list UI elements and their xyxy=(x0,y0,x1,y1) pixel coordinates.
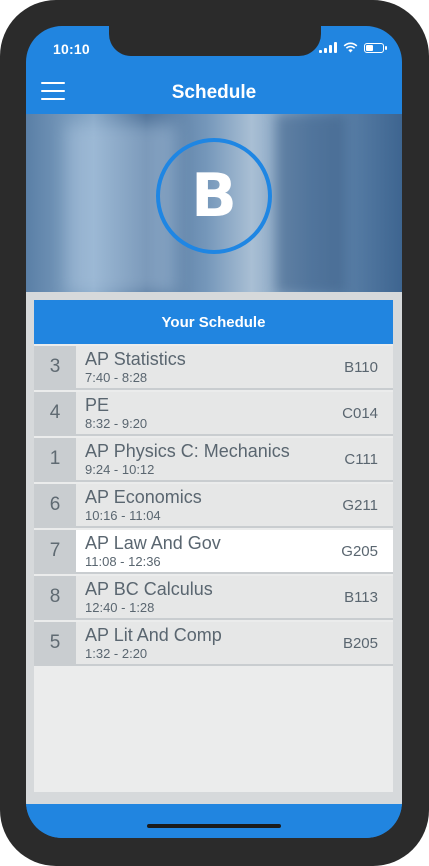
battery-icon xyxy=(364,42,387,53)
bottom-bar xyxy=(26,804,402,838)
period-number: 5 xyxy=(34,622,76,664)
schedule-row[interactable]: 4 PE 8:32 - 9:20 C014 xyxy=(34,392,393,436)
status-icons xyxy=(319,42,387,53)
home-indicator[interactable] xyxy=(147,824,281,828)
hero-banner: B xyxy=(26,114,402,292)
phone-frame: 10:10 Schedule B Your Schedule 3 AP Stat… xyxy=(0,0,429,866)
schedule-row[interactable]: 5 AP Lit And Comp 1:32 - 2:20 B205 xyxy=(34,622,393,666)
course-time: 1:32 - 2:20 xyxy=(85,646,148,661)
app-screen: 10:10 Schedule B Your Schedule 3 AP Stat… xyxy=(26,26,402,838)
schedule-row-current[interactable]: 7 AP Law And Gov 11:08 - 12:36 G205 xyxy=(34,530,393,574)
course-time: 10:16 - 11:04 xyxy=(85,508,161,523)
schedule-list: 3 AP Statistics 7:40 - 8:28 B110 4 PE 8:… xyxy=(34,346,393,666)
schedule-row[interactable]: 3 AP Statistics 7:40 - 8:28 B110 xyxy=(34,346,393,390)
course-name: AP Statistics xyxy=(85,349,186,369)
room-number: C014 xyxy=(342,405,378,422)
room-number: B113 xyxy=(344,589,378,606)
course-name: AP Law And Gov xyxy=(85,533,221,553)
course-time: 12:40 - 1:28 xyxy=(85,600,155,615)
course-name: AP Physics C: Mechanics xyxy=(85,441,290,461)
course-name: AP Lit And Comp xyxy=(85,625,222,645)
wifi-icon xyxy=(343,42,358,53)
day-badge: B xyxy=(156,138,272,254)
content-area: Your Schedule 3 AP Statistics 7:40 - 8:2… xyxy=(26,292,402,804)
period-number: 4 xyxy=(34,392,76,434)
page-title: Schedule xyxy=(171,82,257,103)
room-number: G211 xyxy=(342,497,378,514)
course-time: 8:32 - 9:20 xyxy=(85,416,148,431)
course-name: AP Economics xyxy=(85,487,202,507)
course-time: 9:24 - 10:12 xyxy=(85,462,155,477)
period-number: 1 xyxy=(34,438,76,480)
course-name: PE xyxy=(85,395,110,415)
period-number: 8 xyxy=(34,576,76,618)
course-time: 11:08 - 12:36 xyxy=(85,554,161,569)
period-number: 7 xyxy=(34,530,76,572)
schedule-panel: Your Schedule 3 AP Statistics 7:40 - 8:2… xyxy=(34,300,393,792)
room-number: G205 xyxy=(341,543,378,560)
period-number: 3 xyxy=(34,346,76,388)
room-number: C111 xyxy=(344,451,378,468)
period-number: 6 xyxy=(34,484,76,526)
nav-bar: Schedule xyxy=(26,70,402,114)
device-notch xyxy=(109,26,321,56)
day-letter: B xyxy=(191,161,237,231)
cellular-signal-icon xyxy=(319,42,337,53)
room-number: B205 xyxy=(342,635,378,652)
schedule-row[interactable]: 8 AP BC Calculus 12:40 - 1:28 B113 xyxy=(34,576,393,620)
schedule-heading: Your Schedule xyxy=(34,300,393,344)
schedule-row[interactable]: 1 AP Physics C: Mechanics 9:24 - 10:12 C… xyxy=(34,438,393,482)
hero-background-shape xyxy=(276,114,346,292)
course-time: 7:40 - 8:28 xyxy=(85,370,148,385)
course-name: AP BC Calculus xyxy=(85,579,213,599)
schedule-row[interactable]: 6 AP Economics 10:16 - 11:04 G211 xyxy=(34,484,393,528)
status-time: 10:10 xyxy=(53,41,90,57)
room-number: B110 xyxy=(344,359,378,376)
